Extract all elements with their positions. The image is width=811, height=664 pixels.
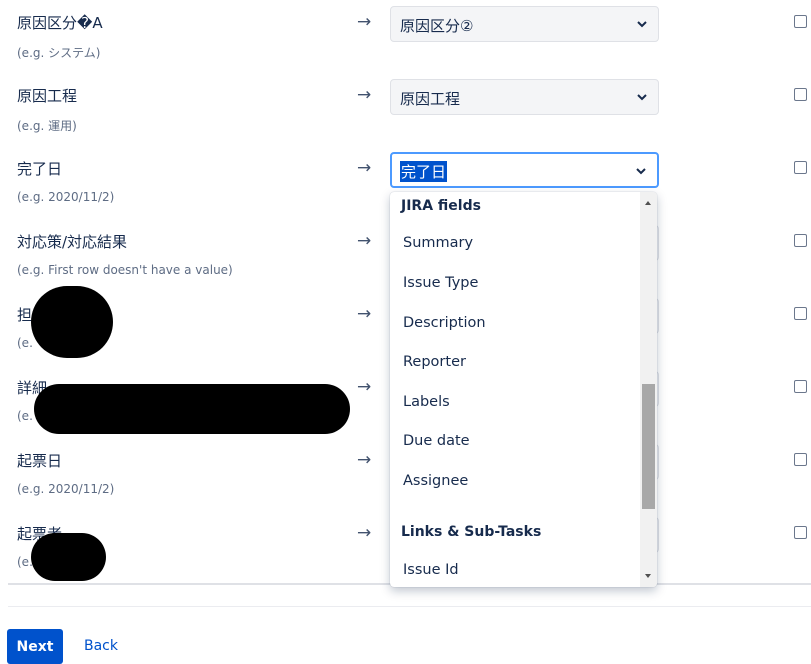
next-button[interactable]: Next (7, 629, 63, 664)
menu-option[interactable]: Description (390, 305, 640, 341)
menu-option[interactable]: Issue Id (390, 552, 640, 587)
select-value: 原因工程 (400, 90, 461, 108)
scroll-down-icon[interactable] (645, 574, 651, 578)
menu-option[interactable]: Assignee (390, 463, 640, 499)
redaction-mark (34, 384, 350, 434)
redaction-mark (31, 286, 113, 358)
menu-option[interactable]: Due date (390, 423, 640, 459)
footer-divider (8, 606, 811, 607)
field-mapping-select[interactable]: 完了日 (390, 152, 659, 188)
select-value: 原因区分② (400, 17, 474, 35)
right-arrow-icon: → (357, 12, 372, 32)
field-name: 原因工程 (17, 87, 78, 105)
menu-option[interactable]: Issue Type (390, 265, 640, 301)
right-arrow-icon: → (357, 85, 372, 105)
right-arrow-icon: → (357, 450, 372, 470)
field-example: (e.g. 2020/11/2) (17, 190, 115, 204)
row-checkbox[interactable] (794, 307, 807, 320)
mapping-row: 原因区分�A (e.g. システム) → 原因区分② (0, 6, 811, 79)
field-example: (e. (17, 336, 33, 350)
menu-option[interactable]: Reporter (390, 344, 640, 380)
field-mapping-select[interactable]: 原因区分② (390, 6, 659, 42)
right-arrow-icon: → (357, 304, 372, 324)
redaction-mark (31, 533, 106, 581)
back-link[interactable]: Back (84, 638, 118, 654)
group-heading: Links & Sub-Tasks (401, 524, 542, 540)
field-name: 対応策/対応結果 (17, 233, 128, 251)
right-arrow-icon: → (357, 158, 372, 178)
field-example: (e. (17, 409, 33, 423)
row-checkbox[interactable] (794, 234, 807, 247)
row-checkbox[interactable] (794, 88, 807, 101)
row-checkbox[interactable] (794, 453, 807, 466)
select-value: 完了日 (400, 161, 448, 182)
right-arrow-icon: → (357, 231, 372, 251)
chevron-down-icon (636, 168, 646, 175)
right-arrow-icon: → (357, 523, 372, 543)
row-checkbox[interactable] (794, 161, 807, 174)
field-name: 原因区分�A (17, 14, 103, 32)
chevron-down-icon (637, 94, 647, 101)
field-mapping-select[interactable]: 原因工程 (390, 79, 659, 115)
right-arrow-icon: → (357, 377, 372, 397)
row-checkbox[interactable] (794, 380, 807, 393)
field-example: (e.g. システム) (17, 46, 101, 60)
field-example: (e.g. 2020/11/2) (17, 482, 115, 496)
field-name: 起票日 (17, 452, 63, 470)
mapping-row: 原因工程 (e.g. 運用) → 原因工程 (0, 79, 811, 152)
row-checkbox[interactable] (794, 15, 807, 28)
field-name: 完了日 (17, 160, 63, 178)
field-example: (e.g. 運用) (17, 119, 77, 133)
group-heading: JIRA fields (401, 198, 481, 214)
chevron-down-icon (637, 21, 647, 28)
menu-option[interactable]: Summary (390, 225, 640, 261)
scroll-up-icon[interactable] (645, 201, 651, 205)
menu-option[interactable]: Labels (390, 384, 640, 420)
field-options-menu[interactable]: JIRA fields Summary Issue Type Descripti… (390, 192, 657, 587)
row-checkbox[interactable] (794, 526, 807, 539)
menu-scrollbar[interactable] (640, 192, 657, 587)
field-example: (e.g. First row doesn't have a value) (17, 263, 233, 277)
scrollbar-thumb[interactable] (642, 384, 655, 509)
